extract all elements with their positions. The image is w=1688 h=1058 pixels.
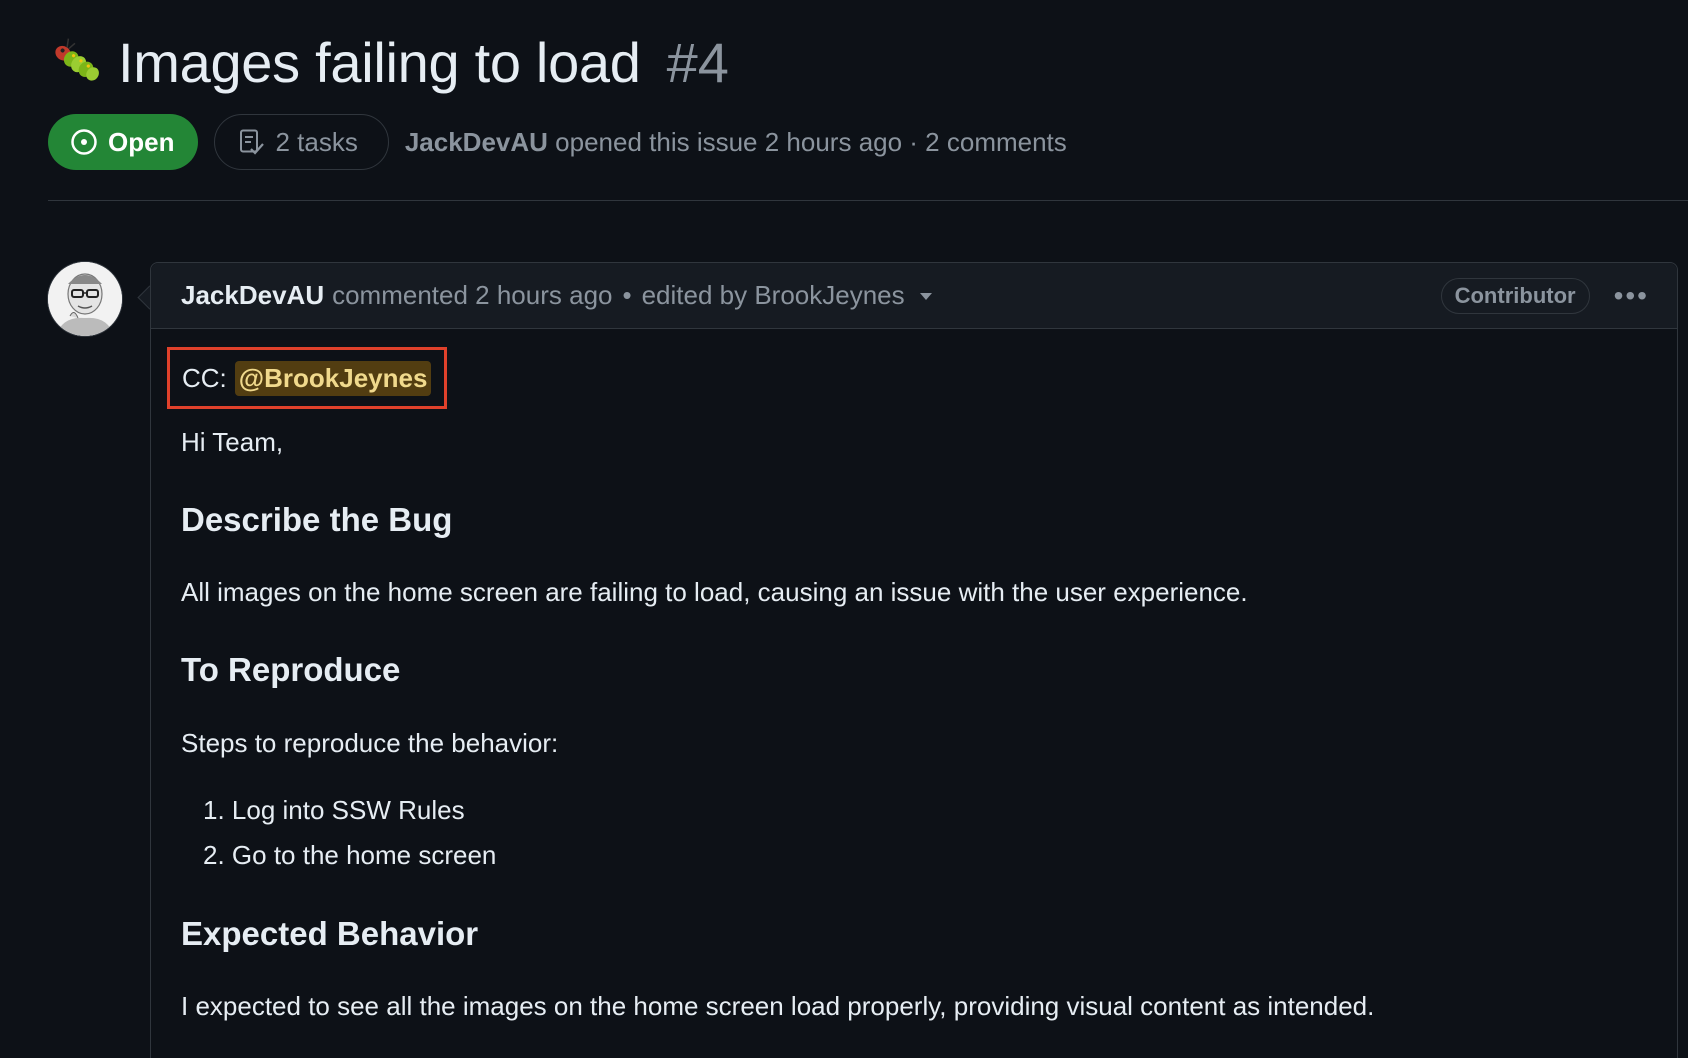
issue-state-badge: Open xyxy=(48,114,199,170)
issue-title: Images failing to load xyxy=(118,31,641,94)
comment-timestamp[interactable]: commented 2 hours ago xyxy=(332,280,612,311)
bug-emoji-icon xyxy=(55,38,99,81)
issue-meta-row: Open 2 tasks JackDevAU opened this issue… xyxy=(48,114,1067,170)
mention-link[interactable]: @BrookJeynes xyxy=(234,360,432,396)
repro-intro-text: Steps to reproduce the behavior: xyxy=(181,728,559,758)
cc-label: CC: xyxy=(182,362,227,393)
issue-comment: JackDevAU commented 2 hours ago • edited… xyxy=(150,262,1678,1058)
issue-number: #4 xyxy=(666,31,729,94)
kebab-menu-icon[interactable]: ••• xyxy=(1614,281,1649,310)
issue-meta-text: JackDevAU opened this issue 2 hours ago … xyxy=(405,127,1067,158)
comment-separator: • xyxy=(622,280,632,310)
issue-author-link[interactable]: JackDevAU xyxy=(405,127,548,157)
issue-page: Images failing to load #4 Open 2 tasks J… xyxy=(0,0,1688,1058)
issue-state-label: Open xyxy=(108,126,175,157)
avatar[interactable] xyxy=(48,262,122,336)
heading-expected-behavior: Expected Behavior xyxy=(181,915,479,952)
issue-title-row: Images failing to load #4 xyxy=(48,30,729,95)
greeting-text: Hi Team, xyxy=(181,427,284,457)
expected-behavior-text: I expected to see all the images on the … xyxy=(181,991,1375,1021)
list-item: 2. Go to the home screen xyxy=(203,840,497,870)
bug-description-text: All images on the home screen are failin… xyxy=(181,577,1248,607)
chevron-down-icon[interactable] xyxy=(919,291,933,301)
comment-author-link[interactable]: JackDevAU xyxy=(181,280,324,311)
issue-opened-text: opened this issue 2 hours ago · 2 commen… xyxy=(555,126,1067,157)
cc-highlight-box: CC: @BrookJeynes xyxy=(167,347,447,409)
avatar-image xyxy=(48,262,122,336)
heading-describe-bug: Describe the Bug xyxy=(181,501,453,538)
comment-header: JackDevAU commented 2 hours ago • edited… xyxy=(151,263,1677,329)
checklist-icon xyxy=(240,129,265,155)
edited-by-dropdown[interactable]: edited by BrookJeynes xyxy=(642,280,905,311)
list-item: 1. Log into SSW Rules xyxy=(203,795,465,825)
contributor-badge: Contributor xyxy=(1440,277,1590,314)
tasks-label: 2 tasks xyxy=(275,126,358,157)
heading-to-reproduce: To Reproduce xyxy=(181,651,401,688)
tasks-progress-button[interactable]: 2 tasks xyxy=(214,114,389,170)
header-divider xyxy=(48,200,1688,201)
issue-open-icon xyxy=(71,129,97,155)
